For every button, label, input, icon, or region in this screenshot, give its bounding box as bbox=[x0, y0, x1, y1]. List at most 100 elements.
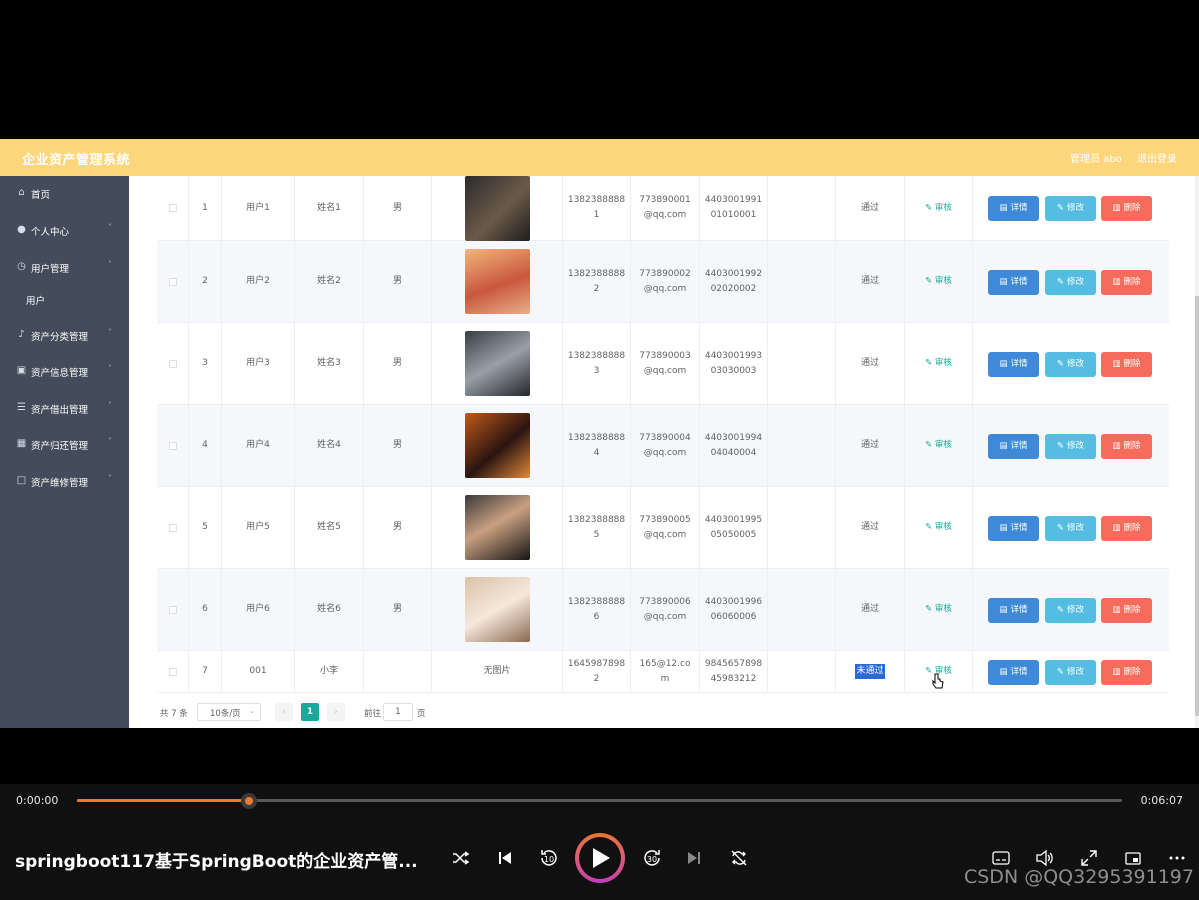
top-bar-right: 管理员 abo 退出登录 bbox=[1058, 150, 1177, 165]
review-link[interactable]: ✎ 审核 bbox=[925, 438, 952, 453]
detail-button[interactable]: ▤ 详情 bbox=[988, 515, 1039, 541]
chevron-up-icon: ˄ bbox=[108, 260, 112, 269]
delete-button[interactable]: ▥ 删除 bbox=[1101, 515, 1152, 541]
row-checkbox[interactable] bbox=[168, 605, 177, 614]
delete-button[interactable]: ▥ 删除 bbox=[1101, 351, 1152, 377]
edit-button-label: 修改 bbox=[1067, 522, 1085, 533]
row-checkbox[interactable] bbox=[168, 277, 177, 286]
index-cell: 3 bbox=[189, 323, 222, 404]
phone-cell-text: 1382388888 2 bbox=[568, 267, 625, 297]
trash-icon: ▥ bbox=[1112, 276, 1121, 287]
next-icon[interactable] bbox=[682, 846, 706, 870]
goto-page-input[interactable]: 1 bbox=[383, 703, 413, 721]
sidebar-item-8[interactable]: □ 资产维修管理 ˅ bbox=[0, 466, 129, 496]
row-checkbox[interactable] bbox=[168, 204, 177, 212]
edit-button[interactable]: ✎ 修改 bbox=[1045, 659, 1096, 685]
sidebar-item-5[interactable]: ▣ 资产信息管理 ˅ bbox=[0, 356, 129, 386]
sidebar-item-label: 资产分类管理 bbox=[31, 332, 89, 343]
sidebar-item-2[interactable]: ◷ 用户管理 ˄ bbox=[0, 252, 129, 282]
delete-button[interactable]: ▥ 删除 bbox=[1101, 433, 1152, 459]
review-link[interactable]: ✎ 审核 bbox=[925, 356, 952, 371]
review-link[interactable]: ✎ 审核 bbox=[925, 274, 952, 289]
edit-button[interactable]: ✎ 修改 bbox=[1045, 269, 1096, 295]
row-gender: 男 bbox=[392, 358, 402, 368]
admin-label[interactable]: 管理员 abo bbox=[1070, 154, 1122, 165]
phone-cell: 1645987898 2 bbox=[563, 651, 631, 692]
review-link[interactable]: ✎ 审核 bbox=[925, 602, 952, 617]
sidebar-item-users[interactable]: 用户 bbox=[0, 284, 129, 314]
repeat-off-icon[interactable] bbox=[727, 846, 751, 870]
review-label: 审核 bbox=[934, 440, 952, 450]
delete-button[interactable]: ▥ 删除 bbox=[1101, 597, 1152, 623]
chevron-down-icon: ˅ bbox=[108, 437, 112, 446]
delete-button[interactable]: ▥ 删除 bbox=[1101, 269, 1152, 295]
review-link[interactable]: ✎ 审核 bbox=[925, 520, 952, 535]
account-cell: 用户4 bbox=[222, 405, 295, 486]
phone-cell-line-1: 1645987898 bbox=[567, 658, 626, 669]
detail-button[interactable]: ▤ 详情 bbox=[988, 597, 1039, 623]
detail-button-label: 详情 bbox=[1010, 522, 1028, 533]
review-link[interactable]: ✎ 审核 bbox=[925, 201, 952, 216]
avatar-image bbox=[464, 331, 530, 396]
delete-button[interactable]: ▥ 删除 bbox=[1101, 196, 1152, 221]
select-cell bbox=[157, 405, 189, 486]
edit-button[interactable]: ✎ 修改 bbox=[1045, 433, 1096, 459]
sidebar-item-6[interactable]: ☰ 资产借出管理 ˅ bbox=[0, 393, 129, 423]
email-cell: 773890001 @qq.com bbox=[631, 176, 700, 240]
row-checkbox[interactable] bbox=[168, 667, 177, 676]
sidebar-item-label: 资产归还管理 bbox=[31, 441, 89, 452]
phone-cell-line-2: 1 bbox=[593, 210, 600, 220]
row-name: 姓名6 bbox=[317, 604, 341, 614]
email-cell-line-1: 165@12.co bbox=[639, 658, 691, 669]
detail-button[interactable]: ▤ 详情 bbox=[988, 351, 1039, 377]
shuffle-icon[interactable] bbox=[449, 846, 473, 870]
row-checkbox[interactable] bbox=[168, 359, 177, 368]
logout-link[interactable]: 退出登录 bbox=[1137, 154, 1177, 165]
seek-knob[interactable] bbox=[241, 793, 258, 809]
play-button[interactable] bbox=[575, 833, 625, 883]
detail-button[interactable]: ▤ 详情 bbox=[988, 269, 1039, 295]
trash-icon: ▥ bbox=[1112, 203, 1121, 213]
edit-button[interactable]: ✎ 修改 bbox=[1045, 515, 1096, 541]
sidebar-item-0[interactable]: ⌂ 首页 bbox=[0, 178, 129, 208]
scrollbar-thumb[interactable] bbox=[1195, 296, 1199, 716]
page-number-current[interactable]: 1 bbox=[301, 703, 319, 721]
page-size-select[interactable]: 10条/页 ⌄ bbox=[197, 703, 261, 721]
bell-icon: ♪ bbox=[18, 329, 25, 340]
email-cell-line-2: @qq.com bbox=[643, 611, 687, 622]
detail-button[interactable]: ▤ 详情 bbox=[988, 196, 1039, 221]
next-page-button[interactable]: › bbox=[327, 703, 345, 721]
index-cell: 5 bbox=[189, 487, 222, 568]
sidebar-item-4[interactable]: ♪ 资产分类管理 ˅ bbox=[0, 320, 129, 350]
sidebar-item-7[interactable]: ▦ 资产归还管理 ˅ bbox=[0, 429, 129, 459]
rewind-10-icon[interactable]: 10 bbox=[537, 846, 561, 870]
edit-button[interactable]: ✎ 修改 bbox=[1045, 351, 1096, 377]
delete-button-label: 删除 bbox=[1123, 440, 1141, 451]
scrollbar[interactable] bbox=[1195, 176, 1199, 728]
phone-cell-line-2: 2 bbox=[593, 283, 600, 294]
row-checkbox[interactable] bbox=[168, 441, 177, 450]
delete-button[interactable]: ▥ 删除 bbox=[1101, 659, 1152, 685]
idcard-cell: 4403001993 03030003 bbox=[700, 323, 768, 404]
row-account: 用户5 bbox=[246, 522, 270, 532]
edit-button[interactable]: ✎ 修改 bbox=[1045, 196, 1096, 221]
home-icon: ⌂ bbox=[18, 187, 25, 198]
name-cell: 姓名5 bbox=[295, 487, 364, 568]
row-checkbox[interactable] bbox=[168, 523, 177, 532]
prev-page-button[interactable]: ‹ bbox=[275, 703, 293, 721]
edit-button[interactable]: ✎ 修改 bbox=[1045, 597, 1096, 623]
review-label: 审核 bbox=[934, 604, 952, 614]
detail-button[interactable]: ▤ 详情 bbox=[988, 659, 1039, 685]
select-cell bbox=[157, 651, 189, 692]
sidebar-item-1[interactable]: ● 个人中心 ˅ bbox=[0, 215, 129, 245]
seek-bar[interactable] bbox=[77, 793, 1122, 809]
phone-cell-line-1: 1382388888 bbox=[567, 596, 626, 607]
row-index: 7 bbox=[202, 666, 208, 676]
idcard-cell-text: 4403001995 05050005 bbox=[705, 513, 762, 543]
edit-button-label: 修改 bbox=[1067, 604, 1085, 615]
status-cell: 通过 bbox=[836, 323, 905, 404]
detail-button[interactable]: ▤ 详情 bbox=[988, 433, 1039, 459]
previous-icon[interactable] bbox=[493, 846, 517, 870]
edit-button-label: 修改 bbox=[1067, 358, 1085, 369]
forward-30-icon[interactable]: 30 bbox=[640, 846, 664, 870]
